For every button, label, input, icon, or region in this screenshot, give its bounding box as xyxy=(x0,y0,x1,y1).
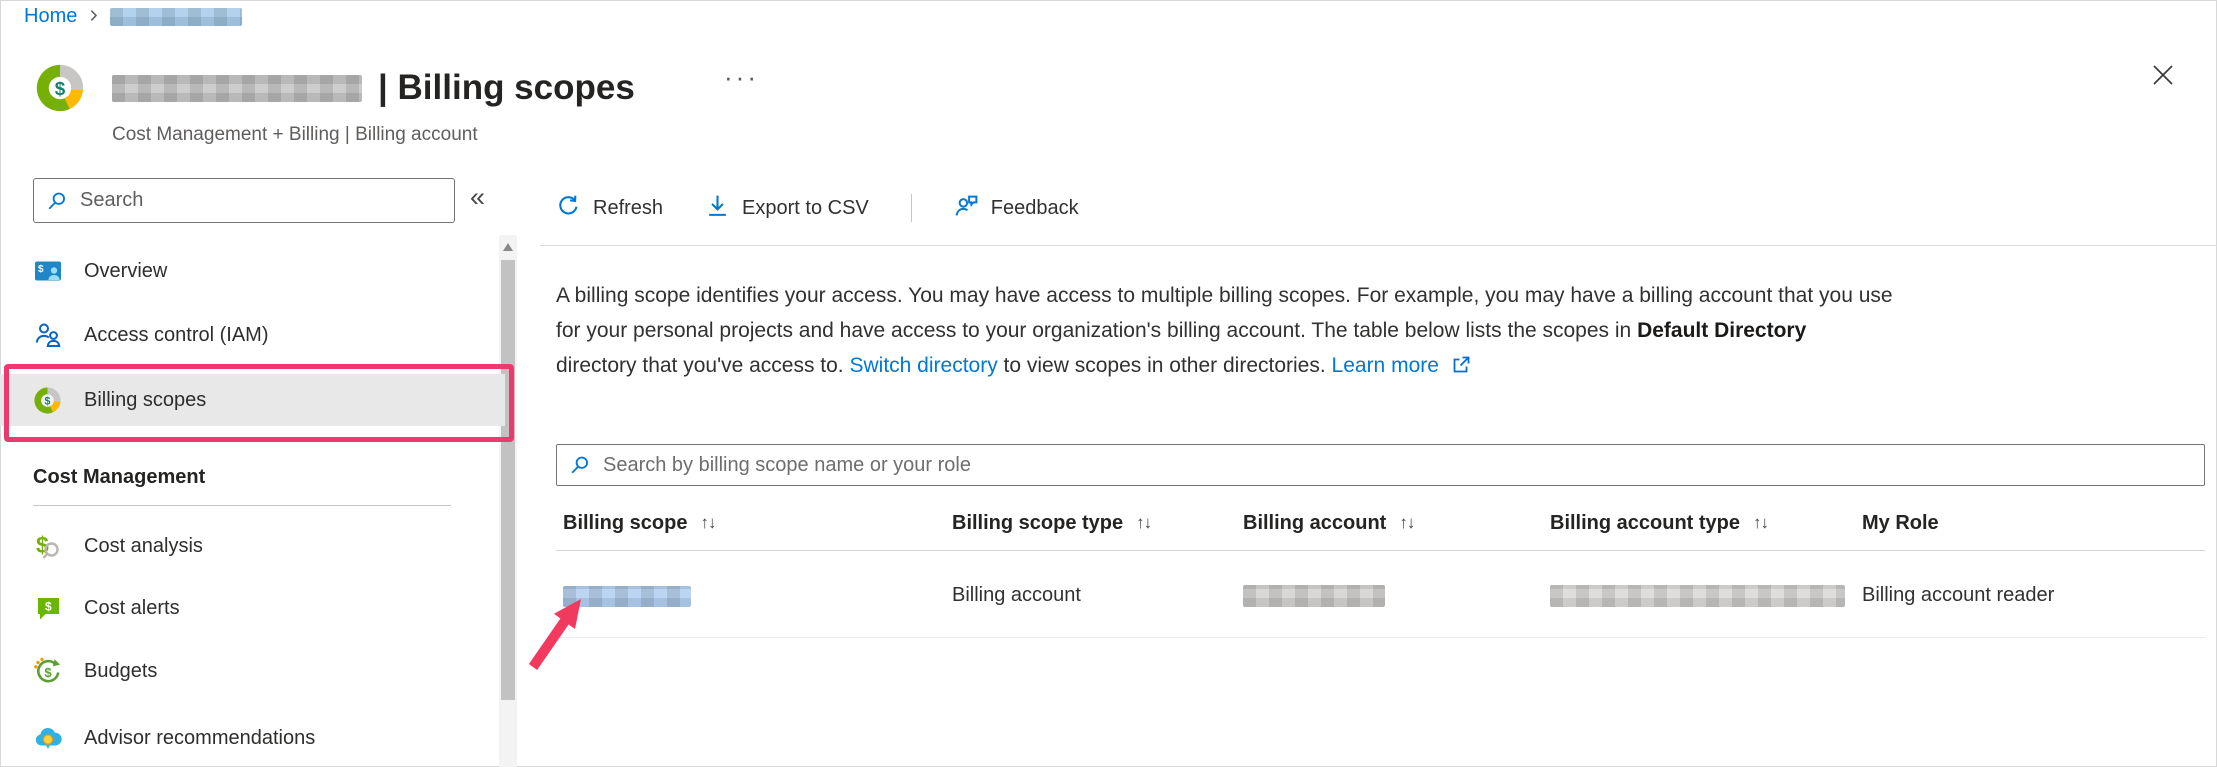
sidebar-item-label: Cost analysis xyxy=(84,535,203,558)
description-line-2: for your personal projects and have acce… xyxy=(556,313,1893,348)
table-search-box xyxy=(556,444,2205,486)
external-link-icon[interactable] xyxy=(1451,351,1471,386)
close-icon xyxy=(2150,62,2176,88)
export-label: Export to CSV xyxy=(742,197,869,220)
sidebar-item-overview[interactable]: $ Overview xyxy=(0,245,505,297)
page-subtitle: Cost Management + Billing | Billing acco… xyxy=(112,124,478,146)
sidebar-section-cost-management: Cost Management xyxy=(33,466,205,489)
column-header-billing-account-type[interactable]: Billing account type↑↓ xyxy=(1550,512,1768,535)
refresh-label: Refresh xyxy=(593,197,663,220)
column-header-billing-account[interactable]: Billing account↑↓ xyxy=(1243,512,1414,535)
learn-more-link[interactable]: Learn more xyxy=(1332,354,1439,377)
sidebar-item-access-control[interactable]: Access control (IAM) xyxy=(0,309,505,361)
search-icon xyxy=(46,190,68,212)
more-options-button[interactable]: ··· xyxy=(724,62,759,93)
billing-scopes-icon: $ xyxy=(33,386,62,415)
feedback-label: Feedback xyxy=(991,197,1079,220)
sidebar-item-cost-analysis[interactable]: $ Cost analysis xyxy=(0,520,505,572)
sidebar-item-advisor-recommendations[interactable]: Advisor recommendations xyxy=(0,712,505,764)
sidebar-item-budgets[interactable]: $ Budgets xyxy=(0,645,505,697)
breadcrumb-chevron-icon xyxy=(87,5,100,28)
sidebar-item-label: Access control (IAM) xyxy=(84,324,268,347)
toolbar-rule xyxy=(540,245,2217,246)
column-header-billing-scope[interactable]: Billing scope↑↓ xyxy=(563,512,715,535)
billing-scope-description: A billing scope identifies your access. … xyxy=(556,278,1893,386)
redacted-billing-account xyxy=(1243,585,1385,607)
refresh-icon xyxy=(556,193,581,224)
redacted-billing-account-type xyxy=(1550,585,1845,607)
description-line-1: A billing scope identifies your access. … xyxy=(556,278,1893,313)
sort-arrows-icon: ↑↓ xyxy=(700,513,715,533)
default-directory-bold: Default Directory xyxy=(1637,319,1806,342)
page-title-redacted-name xyxy=(112,75,362,102)
table-row-rule xyxy=(556,637,2205,638)
sidebar-collapse-button[interactable]: « xyxy=(470,182,485,213)
svg-text:$: $ xyxy=(45,600,52,614)
cell-billing-scope-type: Billing account xyxy=(952,584,1081,607)
sidebar-search-box xyxy=(33,178,455,223)
table-search-input[interactable] xyxy=(601,453,2204,478)
sidebar-item-label: Cost alerts xyxy=(84,597,180,620)
svg-text:$: $ xyxy=(55,78,66,99)
sort-arrows-icon: ↑↓ xyxy=(1399,513,1414,533)
page-title-text: | Billing scopes xyxy=(378,68,635,108)
command-bar: Refresh Export to CSV Feedback xyxy=(556,186,1121,230)
budgets-icon: $ xyxy=(33,657,62,686)
cost-analysis-icon: $ xyxy=(33,532,62,561)
breadcrumb-redacted-item[interactable] xyxy=(110,8,242,26)
breadcrumb-home-link[interactable]: Home xyxy=(24,5,77,28)
redacted-billing-scope-link[interactable] xyxy=(563,586,691,607)
sidebar-item-label: Billing scopes xyxy=(84,389,206,412)
sidebar-item-label: Overview xyxy=(84,260,167,283)
toolbar-divider xyxy=(911,194,912,222)
sidebar-section-divider xyxy=(33,505,451,506)
refresh-button[interactable]: Refresh xyxy=(556,193,663,224)
billing-account-donut-icon: $ xyxy=(36,64,84,112)
sidebar-search-input[interactable] xyxy=(78,188,454,213)
export-to-csv-button[interactable]: Export to CSV xyxy=(705,193,869,224)
sidebar-item-label: Advisor recommendations xyxy=(84,727,315,750)
table-header-rule xyxy=(556,550,2205,551)
sidebar-item-cost-alerts[interactable]: $ Cost alerts xyxy=(0,582,505,634)
feedback-button[interactable]: Feedback xyxy=(954,193,1079,224)
access-control-icon xyxy=(33,321,62,350)
search-icon xyxy=(569,454,591,476)
sort-arrows-icon: ↑↓ xyxy=(1136,513,1151,533)
page-title: | Billing scopes xyxy=(112,66,635,110)
column-header-billing-scope-type[interactable]: Billing scope type↑↓ xyxy=(952,512,1151,535)
feedback-icon xyxy=(954,193,979,224)
svg-text:$: $ xyxy=(45,395,51,407)
sidebar-item-label: Budgets xyxy=(84,660,157,683)
close-button[interactable] xyxy=(2146,58,2180,92)
switch-directory-link[interactable]: Switch directory xyxy=(849,354,997,377)
svg-text:$: $ xyxy=(44,665,52,680)
cell-my-role: Billing account reader xyxy=(1862,584,2054,607)
sidebar-item-billing-scopes[interactable]: $ Billing scopes xyxy=(0,374,505,426)
overview-icon: $ xyxy=(33,257,62,286)
sort-arrows-icon: ↑↓ xyxy=(1753,513,1768,533)
description-line-3: directory that you've access to. Switch … xyxy=(556,348,1893,386)
svg-text:$: $ xyxy=(38,264,44,275)
billing-scopes-blade: Home $ | Billing scopes ··· Cost Managem… xyxy=(0,0,2217,767)
column-header-my-role: My Role xyxy=(1862,512,1939,535)
advisor-recommendations-icon xyxy=(33,724,62,753)
cost-alerts-icon: $ xyxy=(33,594,62,623)
download-icon xyxy=(705,193,730,224)
breadcrumb: Home xyxy=(24,5,242,28)
